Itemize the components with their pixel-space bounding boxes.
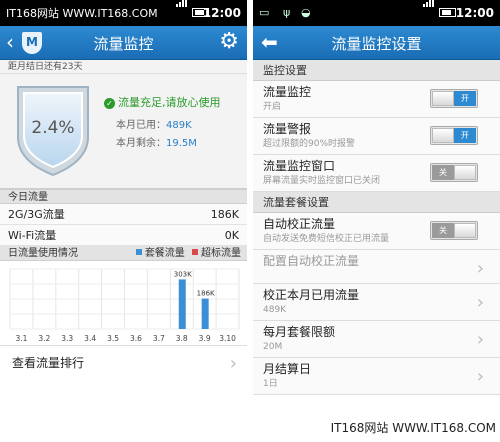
- page-title: 流量监控: [93, 35, 154, 53]
- chat-icon: ▭: [259, 6, 270, 19]
- daily-usage-chart: 3.1 3.2 3.3 3.4 3.5 3.6 3.7 303K 3.8 186K 3.9 3.10: [0, 261, 247, 345]
- mobile-data-row: 2G/3G流量 186K: [0, 204, 247, 225]
- row-label: Wi-Fi流量: [8, 229, 57, 242]
- view-ranking-button[interactable]: 查看流量排行 ›: [0, 345, 247, 380]
- legend-item: 套餐流量: [144, 248, 185, 259]
- x-tick-label: 3.4: [84, 334, 96, 343]
- chart-title: 日流量使用情况: [8, 248, 78, 259]
- usage-percent: 2.4%: [31, 118, 74, 138]
- chevron-right-icon: ›: [476, 366, 484, 387]
- setting-row[interactable]: 流量监控 开启开: [253, 81, 500, 118]
- android-icon: ◒: [301, 6, 311, 19]
- toggle-knob: [432, 128, 454, 143]
- setting-row[interactable]: 配置自动校正流量 ›: [253, 250, 500, 284]
- x-tick-label: 3.6: [130, 334, 142, 343]
- remain-value: 19.5M: [166, 138, 197, 149]
- legend-swatch: [135, 249, 142, 255]
- toggle-switch[interactable]: 开: [430, 89, 478, 108]
- bar: [201, 298, 209, 329]
- watermark: IT168网站 WWW.IT168.COM: [6, 7, 158, 20]
- used-value: 489K: [166, 120, 192, 131]
- status-time: 12:00: [455, 6, 494, 20]
- chart-header: 日流量使用情况 套餐流量 超标流量: [0, 246, 247, 261]
- toggle-label: 开: [454, 128, 476, 143]
- chevron-right-icon: ›: [229, 353, 237, 374]
- today-header: 今日流量: [0, 189, 247, 204]
- right-screen: ▭ ψ ◒ 12:00 ⬅ 流量监控设置 监控设置 流量监控 开启开流量警报 超过限…: [253, 0, 500, 442]
- x-tick-label: 3.8: [176, 334, 188, 343]
- bar: [178, 279, 186, 329]
- setting-row[interactable]: 流量警报 超过限额的90%时报警开: [253, 118, 500, 155]
- toggle-label: 开: [454, 91, 476, 106]
- setting-title: 校正本月已用流量: [263, 288, 360, 302]
- toggle-switch[interactable]: 关: [430, 163, 478, 182]
- data-label: 303K: [174, 270, 192, 278]
- row-value: 0K: [224, 229, 239, 242]
- setting-title: 配置自动校正流量: [263, 254, 360, 268]
- battery-icon: [439, 8, 456, 17]
- x-tick-label: 3.3: [61, 334, 73, 343]
- x-tick-label: 3.9: [199, 334, 211, 343]
- shield-gauge-icon: 2.4%: [17, 86, 89, 177]
- toggle-switch[interactable]: 关: [430, 221, 478, 240]
- chart-legend: 套餐流量 超标流量: [135, 246, 241, 261]
- ranking-label: 查看流量排行: [12, 356, 85, 370]
- data-label: 186K: [197, 290, 215, 298]
- setting-row[interactable]: 月结算日 1日 ›: [253, 358, 500, 395]
- chevron-right-icon: ›: [476, 292, 484, 313]
- monitor-section-header: 监控设置: [253, 60, 500, 81]
- usb-icon: ψ: [283, 6, 291, 19]
- x-tick-label: 3.5: [107, 334, 119, 343]
- title-bar: ‹ M 流量监控 ⚙: [0, 26, 247, 60]
- setting-title: 月结算日: [263, 362, 312, 376]
- page-title: 流量监控设置: [331, 35, 422, 53]
- check-circle-icon: ✓: [104, 98, 115, 109]
- status-bar: ▭ ψ ◒ 12:00: [253, 0, 500, 26]
- gear-icon[interactable]: ⚙: [219, 29, 239, 54]
- toggle-switch[interactable]: 开: [430, 126, 478, 145]
- used-row: 本月已用：489K: [116, 116, 192, 131]
- setting-row[interactable]: 流量监控窗口 屏幕流量实时监控窗口已关闭关: [253, 155, 500, 192]
- watermark: IT168网站 WWW.IT168.COM: [330, 419, 496, 436]
- usage-status: ✓ 流量充足,请放心使用: [104, 94, 221, 110]
- plan-section-header: 流量套餐设置: [253, 192, 500, 213]
- toggle-label: 关: [432, 223, 454, 238]
- setting-row[interactable]: 每月套餐限额 20M ›: [253, 321, 500, 358]
- days-to-settlement: 距月结日还有23天: [0, 60, 247, 74]
- usage-summary: 2.4% ✓ 流量充足,请放心使用 本月已用：489K 本月剩余：19.5M: [0, 74, 247, 189]
- setting-subtitle: 489K: [263, 305, 287, 315]
- x-tick-label: 3.7: [153, 334, 165, 343]
- x-tick-label: 3.1: [15, 334, 27, 343]
- status-time: 12:00: [202, 6, 241, 20]
- setting-title: 每月套餐限额: [263, 325, 336, 339]
- chevron-right-icon: ›: [476, 258, 484, 279]
- remain-label: 本月剩余：: [116, 138, 166, 149]
- row-label: 2G/3G流量: [8, 208, 65, 221]
- bar-chart: 3.1 3.2 3.3 3.4 3.5 3.6 3.7 303K 3.8 186K 3.9 3.10: [9, 268, 240, 343]
- setting-subtitle: 20M: [263, 342, 283, 352]
- x-tick-label: 3.2: [38, 334, 50, 343]
- status-bar: IT168网站 WWW.IT168.COM 12:00: [0, 0, 247, 26]
- title-bar: ⬅ 流量监控设置: [253, 26, 500, 60]
- left-screen: IT168网站 WWW.IT168.COM 12:00 ‹ M 流量监控 ⚙ 距…: [0, 0, 247, 442]
- legend-item: 超标流量: [201, 248, 241, 259]
- setting-row[interactable]: 自动校正流量 自动发送免费短信校正已用流量关: [253, 213, 500, 250]
- toggle-knob: [454, 165, 476, 180]
- remain-row: 本月剩余：19.5M: [116, 134, 197, 149]
- toggle-label: 关: [432, 165, 454, 180]
- setting-subtitle: [263, 270, 490, 280]
- wifi-row: Wi-Fi流量 0K: [0, 225, 247, 246]
- toggle-knob: [432, 91, 454, 106]
- row-value: 186K: [210, 208, 239, 221]
- setting-row[interactable]: 校正本月已用流量 489K ›: [253, 284, 500, 321]
- legend-swatch: [192, 249, 198, 255]
- usage-status-text: 流量充足,请放心使用: [118, 96, 221, 109]
- toggle-knob: [454, 223, 476, 238]
- chevron-right-icon: ›: [476, 329, 484, 350]
- used-label: 本月已用：: [116, 120, 166, 131]
- x-tick-label: 3.10: [219, 334, 236, 343]
- setting-subtitle: 1日: [263, 379, 278, 389]
